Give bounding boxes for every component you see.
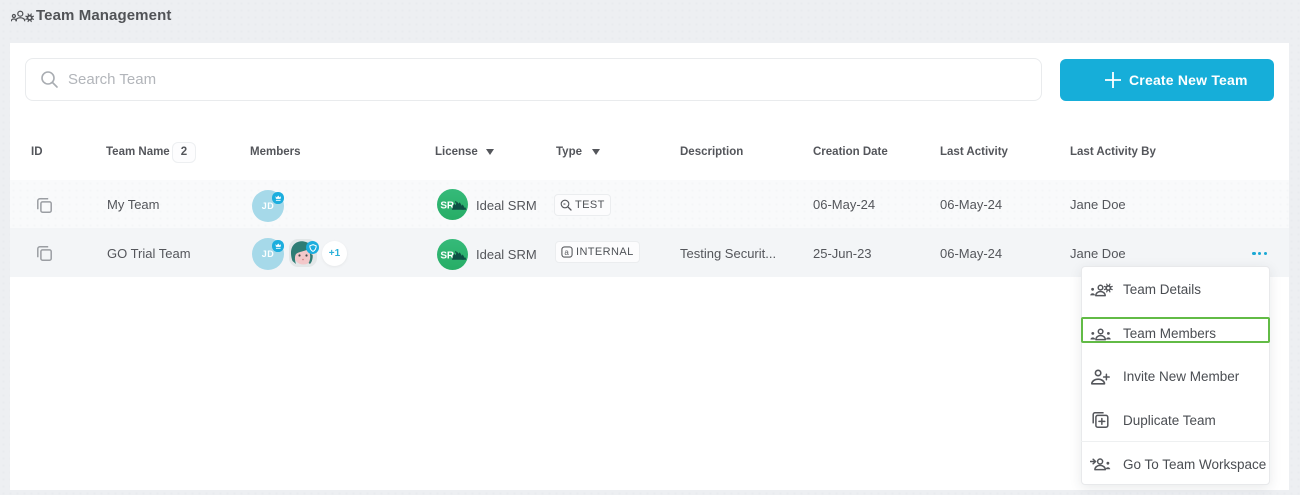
svg-text:SR: SR <box>440 201 454 212</box>
svg-text:SR: SR <box>440 251 454 262</box>
svg-text:a: a <box>564 248 569 257</box>
